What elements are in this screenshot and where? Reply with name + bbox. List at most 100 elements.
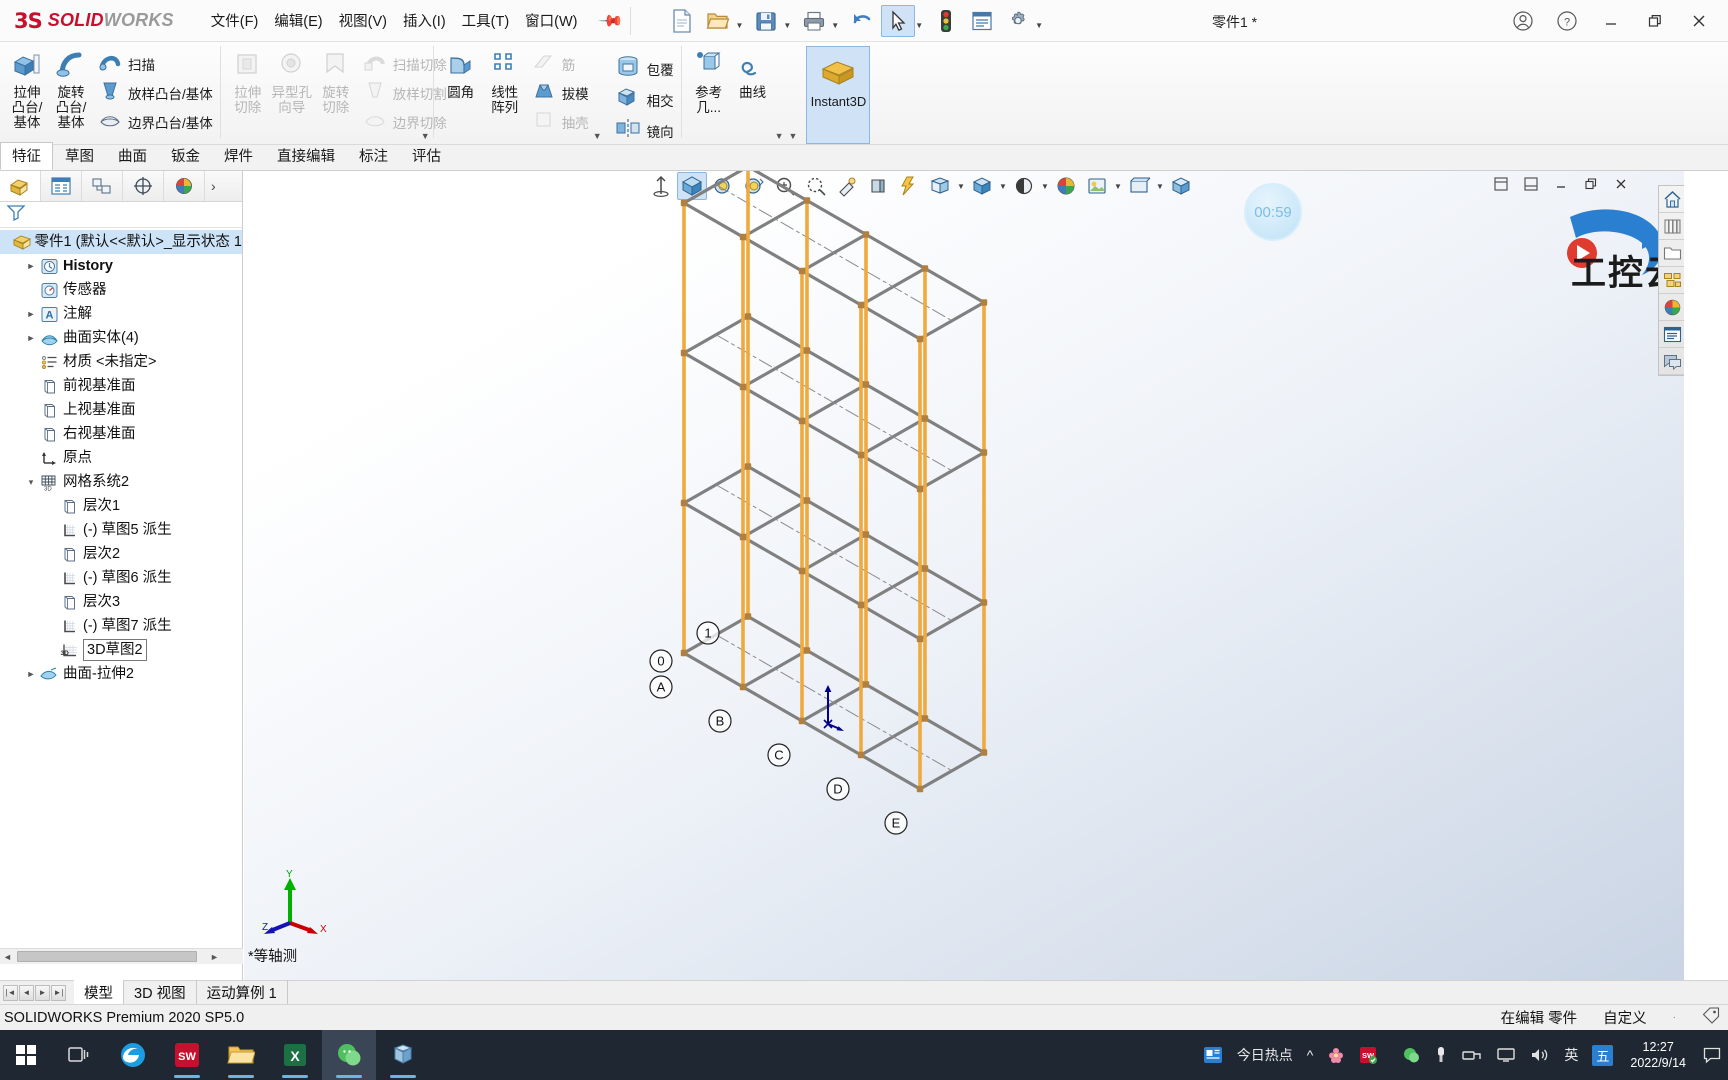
network-tray-icon[interactable] bbox=[1455, 1030, 1489, 1080]
feature-tree-item[interactable]: ► History bbox=[0, 254, 242, 278]
edge-browser-button[interactable] bbox=[106, 1030, 160, 1080]
rib-button[interactable]: 筋 bbox=[527, 50, 593, 77]
tab-features[interactable]: 特征 bbox=[0, 142, 53, 170]
tree-expand-twisty[interactable]: ► bbox=[24, 333, 38, 343]
file-explorer-taskbar-button[interactable] bbox=[214, 1030, 268, 1080]
feature-manager-expand-arrow[interactable]: › bbox=[211, 178, 216, 194]
settings-dropdown-caret[interactable]: ▼ bbox=[1035, 21, 1043, 37]
windows-start-icon[interactable] bbox=[0, 1030, 52, 1080]
loft-boss-button[interactable]: 放样凸台/基体 bbox=[93, 79, 217, 106]
mirror-button[interactable]: 镜向 bbox=[610, 116, 678, 145]
menu-window[interactable]: 窗口(W) bbox=[518, 6, 584, 35]
feature-tree-item[interactable]: 右视基准面 bbox=[0, 422, 242, 446]
solidworks-taskbar-button[interactable]: SW bbox=[160, 1030, 214, 1080]
appearances-scenes-icon[interactable] bbox=[1659, 294, 1684, 321]
design-library-icon[interactable] bbox=[1659, 213, 1684, 240]
custom-properties-icon[interactable] bbox=[1659, 321, 1684, 348]
tab-surfaces[interactable]: 曲面 bbox=[106, 142, 159, 170]
tab-weldments[interactable]: 焊件 bbox=[212, 142, 265, 170]
task-view-button[interactable] bbox=[52, 1030, 106, 1080]
3dexperience-chat-icon[interactable] bbox=[1659, 348, 1684, 375]
doctab-3dviews[interactable]: 3D 视图 bbox=[124, 980, 197, 1005]
feature-tree-item[interactable]: 上视基准面 bbox=[0, 398, 242, 422]
open-document-icon[interactable] bbox=[701, 5, 735, 37]
options-list-icon[interactable] bbox=[965, 5, 999, 37]
tab-nav-next[interactable]: ► bbox=[35, 984, 50, 1001]
feature-tree-item[interactable]: 层次3 bbox=[0, 590, 242, 614]
doctab-model[interactable]: 模型 bbox=[74, 980, 124, 1005]
wechat-taskbar-button[interactable] bbox=[322, 1030, 376, 1080]
feature-tree-item[interactable]: ► 曲面-拉伸2 bbox=[0, 662, 242, 686]
view-palette-icon[interactable] bbox=[1659, 267, 1684, 294]
feature-tree-item[interactable]: (-) 草图7 派生 bbox=[0, 614, 242, 638]
tab-nav-last[interactable]: ►| bbox=[51, 984, 66, 1001]
extrude-boss-button[interactable]: 拉伸 凸台/基体 bbox=[5, 46, 49, 130]
feature-tree-item[interactable]: 3D 3D草图2 bbox=[0, 638, 242, 662]
menu-insert[interactable]: 插入(I) bbox=[396, 6, 453, 35]
feature-tree-item[interactable]: ▾ 3D 网格系统2 bbox=[0, 470, 242, 494]
graphics-viewport[interactable]: ▼ ▼ ▼ ▼ ▼ 00:59 工控云 1 0 A B C D E *等轴测 Y… bbox=[244, 171, 1684, 980]
close-button[interactable] bbox=[1678, 1, 1720, 41]
minimize-button[interactable] bbox=[1590, 1, 1632, 41]
dimxpert-manager-tab[interactable] bbox=[123, 171, 164, 201]
save-dropdown-caret[interactable]: ▼ bbox=[783, 21, 791, 37]
flower-tray-icon[interactable] bbox=[1320, 1030, 1352, 1080]
instant3d-button[interactable]: Instant3D bbox=[806, 46, 871, 144]
sweep-button[interactable]: 扫描 bbox=[93, 50, 217, 77]
tab-markup[interactable]: 标注 bbox=[347, 142, 400, 170]
new-document-icon[interactable] bbox=[665, 5, 699, 37]
open-dropdown-caret[interactable]: ▼ bbox=[735, 21, 743, 37]
configuration-manager-tab[interactable] bbox=[82, 171, 123, 201]
tray-expand-chevron[interactable]: ^ bbox=[1300, 1030, 1321, 1080]
monitor-tray-icon[interactable] bbox=[1489, 1030, 1523, 1080]
file-explorer-icon[interactable] bbox=[1659, 240, 1684, 267]
wechat-tray-icon[interactable] bbox=[1384, 1030, 1427, 1080]
curves-button[interactable]: 曲线 bbox=[731, 46, 775, 100]
feature-tree-item[interactable]: (-) 草图5 派生 bbox=[0, 518, 242, 542]
taskbar-clock[interactable]: 12:27 2022/9/14 bbox=[1620, 1039, 1696, 1071]
revolve-cut-button[interactable]: 旋转 切除 bbox=[314, 46, 358, 115]
restore-button[interactable] bbox=[1634, 1, 1676, 41]
feature-tree-item[interactable]: 层次2 bbox=[0, 542, 242, 566]
tree-expand-twisty[interactable]: ► bbox=[24, 261, 38, 271]
filter-funnel-icon[interactable] bbox=[6, 203, 26, 226]
tab-sheetmetal[interactable]: 钣金 bbox=[159, 142, 212, 170]
wrap-button[interactable]: 包覆 bbox=[610, 54, 678, 83]
ime-language-label[interactable]: 英 bbox=[1557, 1030, 1585, 1080]
news-label[interactable]: 今日热点 bbox=[1230, 1030, 1300, 1080]
hole-wizard-button[interactable]: 异型孔 向导 bbox=[270, 46, 314, 115]
hscroll-left-arrow[interactable]: ◄ bbox=[0, 952, 15, 962]
linear-pattern-button[interactable]: 线性 阵列 bbox=[483, 46, 527, 115]
tab-evaluate[interactable]: 评估 bbox=[400, 142, 453, 170]
reference-geometry-button[interactable]: 参考 几... bbox=[687, 46, 731, 115]
fillet-button[interactable]: 圆角 bbox=[439, 46, 483, 100]
feature-tree-item[interactable]: 前视基准面 bbox=[0, 374, 242, 398]
hscroll-right-arrow[interactable]: ► bbox=[207, 952, 222, 962]
menu-file[interactable]: 文件(F) bbox=[204, 6, 266, 35]
feature-tree-item[interactable]: 层次1 bbox=[0, 494, 242, 518]
select-arrow-icon[interactable] bbox=[881, 4, 916, 37]
doctab-motion-study[interactable]: 运动算例 1 bbox=[197, 980, 288, 1005]
tree-expand-twisty[interactable]: ► bbox=[24, 309, 38, 319]
print-icon[interactable] bbox=[797, 5, 831, 37]
extrude-cut-button[interactable]: 拉伸 切除 bbox=[226, 46, 270, 115]
tab-nav-prev[interactable]: ◄ bbox=[19, 984, 34, 1001]
feature-tree-item[interactable]: 零件1 (默认<<默认>_显示状态 1 bbox=[0, 230, 242, 254]
display-manager-tab[interactable] bbox=[164, 171, 205, 201]
boundary-boss-button[interactable]: 边界凸台/基体 bbox=[93, 108, 217, 135]
feature-tree-item[interactable]: (-) 草图6 派生 bbox=[0, 566, 242, 590]
feature-tree-hscrollbar[interactable]: ◄ ► bbox=[0, 948, 243, 964]
save-icon[interactable] bbox=[749, 5, 783, 37]
feature-tree-filter-bar[interactable] bbox=[0, 202, 242, 228]
feature-tree-item[interactable]: 原点 bbox=[0, 446, 242, 470]
tab-nav-first[interactable]: |◄ bbox=[3, 984, 18, 1001]
print-dropdown-caret[interactable]: ▼ bbox=[831, 21, 839, 37]
model-geometry[interactable]: 1 0 A B C D E bbox=[244, 171, 1684, 980]
select-dropdown-caret[interactable]: ▼ bbox=[915, 21, 923, 37]
app-taskbar-button[interactable] bbox=[376, 1030, 430, 1080]
feature-tree-item[interactable]: ► 曲面实体(4) bbox=[0, 326, 242, 350]
reference-group-expand-caret[interactable]: ▼ ▼ bbox=[775, 131, 798, 145]
menu-edit[interactable]: 编辑(E) bbox=[267, 6, 329, 35]
volume-tray-icon[interactable] bbox=[1523, 1030, 1557, 1080]
help-icon[interactable]: ? bbox=[1546, 1, 1588, 41]
